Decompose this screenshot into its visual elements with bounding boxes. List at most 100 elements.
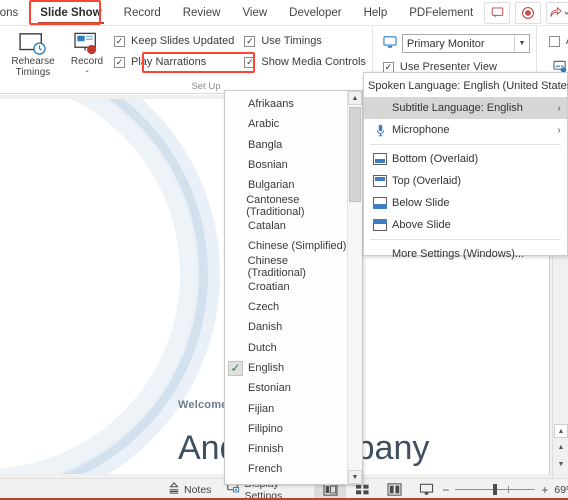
- language-item[interactable]: French: [225, 459, 347, 479]
- tab-record[interactable]: Record: [113, 0, 172, 26]
- language-label: Filipino: [248, 422, 283, 435]
- comments-icon[interactable]: [484, 1, 511, 24]
- rehearse-timings-button[interactable]: Rehearse Timings: [6, 29, 60, 78]
- checkbox-box[interactable]: ✓: [382, 61, 394, 73]
- language-label: Catalan: [248, 219, 286, 232]
- menu-separator: [370, 239, 561, 240]
- zoom-slider-thumb[interactable]: [493, 484, 498, 495]
- subtitle-language-list[interactable]: Afrikaans Arabic Bangla Bosnian Bulgaria…: [224, 90, 363, 485]
- chevron-down-icon[interactable]: ▼: [513, 35, 529, 52]
- language-item[interactable]: Filipino: [225, 419, 347, 439]
- language-item[interactable]: Afrikaans: [225, 94, 347, 114]
- menu-item-below-slide[interactable]: Below Slide: [364, 192, 567, 214]
- previous-slide-button[interactable]: ▲: [554, 440, 568, 454]
- check-icon: [228, 198, 241, 213]
- language-item[interactable]: Arabic: [225, 114, 347, 134]
- checkbox-label: Play Narrations: [131, 56, 207, 68]
- checkbox-box[interactable]: ✓: [244, 35, 256, 47]
- tab-review[interactable]: Review: [172, 0, 232, 26]
- subtitle-top-icon: [368, 175, 392, 187]
- rehearse-timings-label-2: Timings: [15, 67, 51, 78]
- language-list-scrollbar[interactable]: ▲ ▼: [347, 91, 362, 484]
- language-item[interactable]: Chinese (Traditional): [225, 254, 347, 279]
- menu-item-bottom-overlaid[interactable]: Bottom (Overlaid): [364, 148, 567, 170]
- menu-item-more-settings[interactable]: More Settings (Windows)...: [364, 243, 567, 265]
- rehearse-timings-icon: [18, 31, 48, 56]
- language-item[interactable]: Cantonese (Traditional): [225, 194, 347, 218]
- language-label: Dutch: [248, 341, 277, 354]
- check-icon: ✓: [228, 360, 243, 376]
- checkbox-keep-slides-updated[interactable]: ✓ Keep Slides Updated: [114, 35, 234, 47]
- monitor-combobox[interactable]: Primary Monitor ▼: [401, 34, 530, 53]
- checkbox-use-timings[interactable]: ✓ Use Timings: [244, 35, 366, 47]
- tab-slide-show[interactable]: Slide Show: [29, 0, 112, 26]
- checkbox-always-use-subtitles[interactable]: ✓ Always Use Subtitles: [548, 35, 568, 47]
- tab-developer[interactable]: Developer: [278, 0, 352, 26]
- zoom-level-label[interactable]: 69%: [554, 484, 568, 496]
- language-label: Chinese (Simplified): [248, 240, 347, 253]
- share-icon[interactable]: [546, 1, 568, 24]
- checkbox-box[interactable]: ✓: [548, 35, 560, 47]
- scroll-up-button[interactable]: ▲: [554, 424, 568, 438]
- check-icon: [228, 320, 243, 335]
- checkbox-box[interactable]: ✓: [114, 56, 125, 68]
- scroll-up-button[interactable]: ▲: [348, 91, 362, 105]
- language-label: Danish: [248, 321, 283, 334]
- tab-transitions[interactable]: tions: [0, 0, 29, 26]
- language-label: Afrikaans: [248, 98, 294, 111]
- subtitle-settings-menu[interactable]: Spoken Language: English (United States)…: [363, 72, 568, 260]
- notes-button[interactable]: Notes: [160, 480, 219, 500]
- record-icon[interactable]: [515, 1, 542, 24]
- language-item[interactable]: Dutch: [225, 338, 347, 358]
- language-item[interactable]: Bangla: [225, 135, 347, 155]
- zoom-in-button[interactable]: +: [541, 483, 548, 497]
- setup-checkbox-col-1: ✓ Keep Slides Updated ✓ Play Narrations: [114, 29, 234, 68]
- ribbon-tab-bar: tions Slide Show Record Review View Deve…: [0, 0, 568, 26]
- checkbox-box[interactable]: ✓: [114, 35, 125, 47]
- subtitle-below-icon: [368, 197, 392, 209]
- menu-item-subtitle-language[interactable]: Subtitle Language: English ›: [364, 97, 567, 119]
- tab-view[interactable]: View: [231, 0, 278, 26]
- check-icon: [228, 381, 243, 396]
- checkbox-show-media-controls[interactable]: ✓ Show Media Controls: [244, 56, 366, 68]
- language-item-selected[interactable]: ✓ English: [225, 358, 347, 378]
- tab-pdfelement[interactable]: PDFelement: [398, 0, 484, 26]
- language-label: Chinese (Traditional): [247, 254, 306, 279]
- check-icon: [228, 442, 243, 457]
- menu-item-above-slide[interactable]: Above Slide: [364, 214, 567, 236]
- language-item[interactable]: Bosnian: [225, 155, 347, 175]
- language-label: Bulgarian: [248, 179, 295, 192]
- zoom-slider[interactable]: [455, 484, 536, 495]
- language-item[interactable]: Croatian: [225, 277, 347, 297]
- check-icon: [228, 117, 243, 132]
- reading-view-button[interactable]: [378, 480, 410, 500]
- scroll-down-button[interactable]: ▼: [348, 470, 362, 484]
- check-icon: [228, 462, 243, 477]
- setup-checkbox-col-2: ✓ Use Timings ✓ Show Media Controls: [244, 29, 366, 68]
- zoom-out-button[interactable]: −: [442, 483, 449, 497]
- language-item[interactable]: Catalan: [225, 216, 347, 236]
- slide-show-view-button[interactable]: [410, 480, 442, 500]
- checkbox-play-narrations[interactable]: ✓ Play Narrations: [114, 56, 234, 68]
- microphone-icon: [368, 124, 392, 137]
- language-item[interactable]: Estonian: [225, 378, 347, 398]
- language-item[interactable]: Czech: [225, 297, 347, 317]
- menu-item-label: Below Slide: [392, 197, 450, 209]
- language-item[interactable]: Chinese (Simplified): [225, 236, 347, 256]
- check-icon: [228, 300, 243, 315]
- checkbox-box[interactable]: ✓: [244, 56, 256, 68]
- menu-item-top-overlaid[interactable]: Top (Overlaid): [364, 170, 567, 192]
- menu-item-spoken-language[interactable]: Spoken Language: English (United States)…: [364, 75, 568, 97]
- next-slide-button[interactable]: ▼: [554, 457, 568, 471]
- menu-item-microphone[interactable]: Microphone ›: [364, 119, 567, 141]
- language-item[interactable]: Finnish: [225, 439, 347, 459]
- scrollbar-thumb[interactable]: [349, 107, 361, 202]
- language-item[interactable]: Danish: [225, 317, 347, 337]
- tab-help[interactable]: Help: [353, 0, 399, 26]
- chevron-right-icon: ›: [557, 102, 561, 114]
- language-list-items: Afrikaans Arabic Bangla Bosnian Bulgaria…: [225, 91, 347, 484]
- language-item[interactable]: Bulgarian: [225, 175, 347, 195]
- record-slideshow-button[interactable]: Record ⌄: [60, 29, 114, 74]
- record-caret-icon[interactable]: ⌄: [84, 67, 90, 74]
- language-item[interactable]: Fijian: [225, 398, 347, 418]
